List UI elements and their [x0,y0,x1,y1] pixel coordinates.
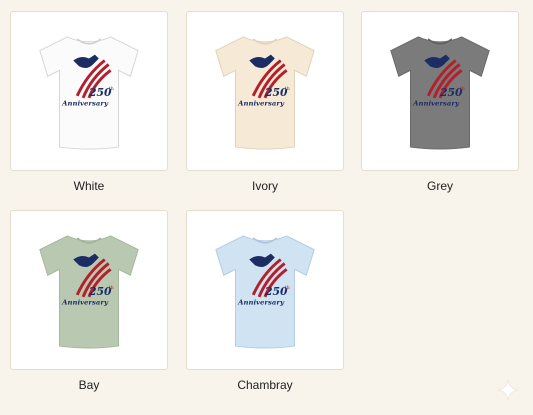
svg-text:th: th [285,285,291,291]
svg-text:Anniversary: Anniversary [412,100,460,108]
color-swatch-grid: 250 th Anniversary White 250 th Annivers… [0,0,533,415]
swatch-label: Grey [426,179,453,193]
svg-text:Anniversary: Anniversary [237,299,285,307]
swatch-white[interactable]: 250 th Anniversary White [10,11,170,195]
svg-text:Anniversary: Anniversary [237,100,285,108]
swatch-grey[interactable]: 250 th Anniversary Grey [361,11,521,195]
tshirt-icon: 250 th Anniversary [390,36,490,150]
sparkle-icon [497,379,519,401]
swatch-chambray[interactable]: 250 th Anniversary Chambray [186,210,346,394]
svg-text:th: th [460,86,466,92]
svg-text:th: th [109,285,115,291]
tshirt-icon: 250 th Anniversary [39,36,139,150]
product-image-card[interactable]: 250 th Anniversary [186,11,344,171]
swatch-label: White [73,179,105,193]
product-image-card[interactable]: 250 th Anniversary [10,210,168,370]
swatch-label: Bay [78,378,100,392]
svg-text:th: th [285,86,291,92]
swatch-label: Ivory [251,179,278,193]
tshirt-icon: 250 th Anniversary [215,36,315,150]
product-image-card[interactable]: 250 th Anniversary [361,11,519,171]
svg-text:th: th [109,86,115,92]
swatch-label: Chambray [237,378,293,392]
product-image-card[interactable]: 250 th Anniversary [10,11,168,171]
product-image-card[interactable]: 250 th Anniversary [186,210,344,370]
swatch-bay[interactable]: 250 th Anniversary Bay [10,210,170,394]
svg-text:Anniversary: Anniversary [61,299,109,307]
swatch-ivory[interactable]: 250 th Anniversary Ivory [186,11,346,195]
tshirt-icon: 250 th Anniversary [39,235,139,349]
tshirt-icon: 250 th Anniversary [215,235,315,349]
svg-text:Anniversary: Anniversary [61,100,109,108]
